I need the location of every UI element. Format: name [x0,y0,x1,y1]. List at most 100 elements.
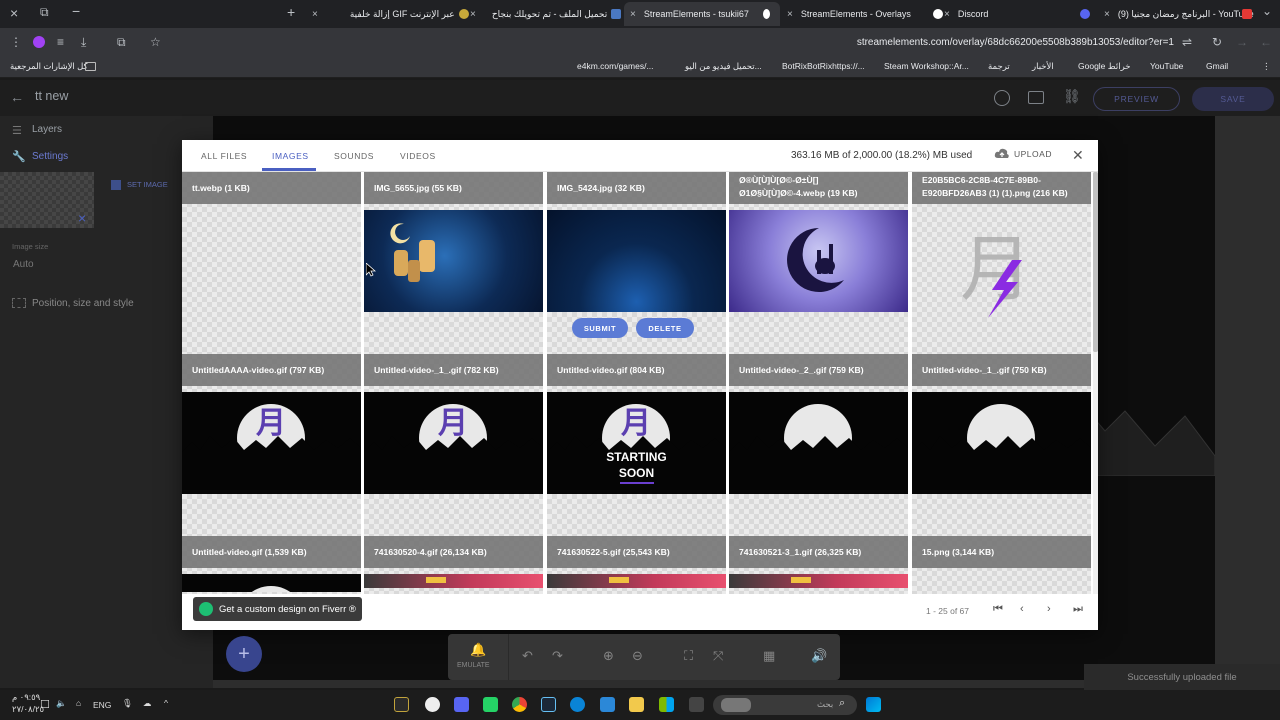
window-restore-icon[interactable]: ⧉ [40,5,49,20]
image-file-card[interactable]: 月 STARTING SOON Untitled-video.gif (804 KB) [547,354,726,536]
emulate-label[interactable]: EMULATE [457,662,490,669]
tab-streamelements-overlays[interactable]: × StreamElements - Overlays [787,4,947,24]
volume-icon[interactable]: 🔊 [811,648,827,664]
site-settings-icon[interactable]: ⇌ [1182,35,1192,49]
bookmark-item[interactable]: الأخبار [1032,61,1054,72]
steam-app-icon[interactable] [541,697,556,712]
taskbar-search[interactable]: بحث ⌕ [713,695,857,715]
app-icon[interactable] [394,697,409,712]
image-file-card[interactable]: tt.webp (1 KB) [182,172,361,354]
minimize-icon[interactable]: − [72,3,80,19]
fit-screen-icon[interactable]: ⤧ [713,648,723,664]
cloud-icon[interactable]: ☁ [143,698,152,709]
forward-icon[interactable]: → [1236,35,1248,49]
position-size-style-label[interactable]: Position, size and style [32,298,134,309]
back-icon[interactable]: ← [1260,35,1272,49]
notification-icon[interactable]: ☐ [40,698,50,711]
clock-time[interactable]: ٠٩:٥٩ م [12,692,40,703]
tab-all-files[interactable]: ALL FILES [201,151,247,161]
whatsapp-app-icon[interactable] [483,697,498,712]
clear-image-icon[interactable]: × [78,210,86,226]
add-widget-button[interactable]: + [226,636,262,672]
tab-discord[interactable]: × Discord [944,4,1094,24]
next-page-icon[interactable]: › [1047,603,1051,615]
image-file-card[interactable]: IMG_5655.jpg (55 KB) [364,172,543,354]
bookmark-item[interactable]: Steam Workshop::Ar... [884,61,969,71]
file-explorer-icon[interactable] [629,697,644,712]
language-indicator[interactable]: ENG [93,700,111,710]
profile-avatar[interactable] [33,36,45,48]
speaker-icon[interactable]: 🔈 [56,698,67,709]
first-page-icon[interactable]: ⏮ [993,603,1003,616]
edge-app-icon[interactable] [570,697,585,712]
image-file-card[interactable]: 741630521-3_1.gif (26,325 KB) [729,536,908,594]
bookmark-all[interactable]: كل الإشارات المرجعية [10,61,88,72]
close-tab-icon[interactable]: × [312,9,318,20]
image-file-card[interactable]: Untitled-video-_2_.gif (759 KB) [729,354,908,536]
tab-file-download[interactable]: × تحميل الملف - تم تحويلك بنجاح [470,4,625,24]
screen-icon[interactable] [1028,91,1044,104]
grid-scrollbar[interactable] [1093,172,1098,594]
image-file-card[interactable]: Ø®Ù[Ù]Ù[Ø©-Ø±Ù[] Ø1Ø§Ù[Ù]Ø©-4.webp (19 K… [729,172,908,354]
overlay-name[interactable]: tt new [35,89,68,103]
close-tab-icon[interactable]: × [630,9,636,20]
delete-button[interactable]: DELETE [636,318,694,338]
close-tab-icon[interactable]: × [470,9,476,20]
zoom-out-icon[interactable]: ⊖ [632,648,643,664]
prev-page-icon[interactable]: ‹ [1020,603,1024,615]
link-icon[interactable]: ⛓ [1063,88,1081,105]
tab-streamelements-tsukii[interactable]: × StreamElements - tsukii67 [624,2,780,26]
task-view-icon[interactable] [689,697,704,712]
windows-start-icon[interactable] [866,697,881,712]
settings-label[interactable]: Settings [32,151,68,162]
image-file-card[interactable]: 月 UntitledAAAA-video.gif (797 KB) [182,354,361,536]
store-app-icon[interactable] [659,697,674,712]
image-file-card[interactable]: 月 Untitled-video-_1_.gif (782 KB) [364,354,543,536]
close-modal-icon[interactable]: ✕ [1072,147,1084,164]
image-size-select[interactable]: Auto [13,259,34,270]
bookmark-item[interactable]: BotRixBotRixhttps://... [782,61,865,71]
bookmark-item[interactable]: Google خرائط [1078,61,1131,72]
close-tab-icon[interactable]: × [944,9,950,20]
upload-button[interactable]: UPLOAD [994,148,1052,159]
tray-arrow-icon[interactable]: ^ [164,698,168,708]
back-arrow-icon[interactable]: ← [10,89,24,105]
discord-app-icon[interactable] [454,697,469,712]
undo-icon[interactable]: ↶ [522,648,533,664]
help-icon[interactable] [994,90,1010,106]
bell-icon[interactable]: 🔔 [470,642,486,658]
url-text[interactable]: streamelements.com/overlay/68dc66200e550… [857,37,1174,48]
bookmark-item[interactable]: e4km.com/games/... [577,61,654,71]
more-bookmarks-icon[interactable]: ⋮ [1262,61,1271,72]
mic-icon[interactable]: 🎙 [122,698,133,709]
image-file-card[interactable]: 15.png (3,144 KB) [912,536,1091,594]
chrome-app-icon[interactable] [512,697,527,712]
image-file-card[interactable]: 741630520-4.gif (26,134 KB) [364,536,543,594]
redo-icon[interactable]: ↷ [552,648,563,664]
image-file-card[interactable]: Untitled-video-_1_.gif (750 KB) [912,354,1091,536]
close-tab-icon[interactable]: × [787,9,793,20]
image-file-card[interactable]: 741630522-5.gif (25,543 KB) [547,536,726,594]
last-page-icon[interactable]: ⏭ [1073,603,1083,616]
facebook-app-icon[interactable] [600,697,615,712]
download-icon[interactable]: ⤓ [81,35,86,50]
bookmark-item[interactable]: Gmail [1206,61,1228,71]
set-image-button[interactable]: SET IMAGE [127,180,168,189]
save-button[interactable]: SAVE [1192,87,1274,111]
zoom-in-icon[interactable]: ⊕ [603,648,614,664]
tab-images[interactable]: IMAGES [272,151,309,161]
tab-sounds[interactable]: SOUNDS [334,151,374,161]
reload-icon[interactable]: ↻ [1212,35,1222,49]
menu-icon[interactable]: ⋮ [10,35,22,49]
scrollbar-thumb[interactable] [1093,172,1098,352]
new-tab-icon[interactable]: + [287,4,295,20]
tab-search-icon[interactable]: ⌄ [1262,4,1272,18]
image-file-card[interactable]: Untitled-video.gif (1,539 KB) [182,536,361,594]
settings-app-icon[interactable] [425,697,440,712]
grid-icon[interactable]: ▦ [763,648,775,664]
close-window-icon[interactable]: × [10,5,18,21]
bookmark-item[interactable]: تحميل فيديو من اليو... [685,61,762,72]
tab-youtube[interactable]: × (9) البرنامج رمضان مجنيا - YouTube [1104,4,1254,24]
close-tab-icon[interactable]: × [1104,9,1110,20]
bookmark-item[interactable]: YouTube [1150,61,1183,71]
